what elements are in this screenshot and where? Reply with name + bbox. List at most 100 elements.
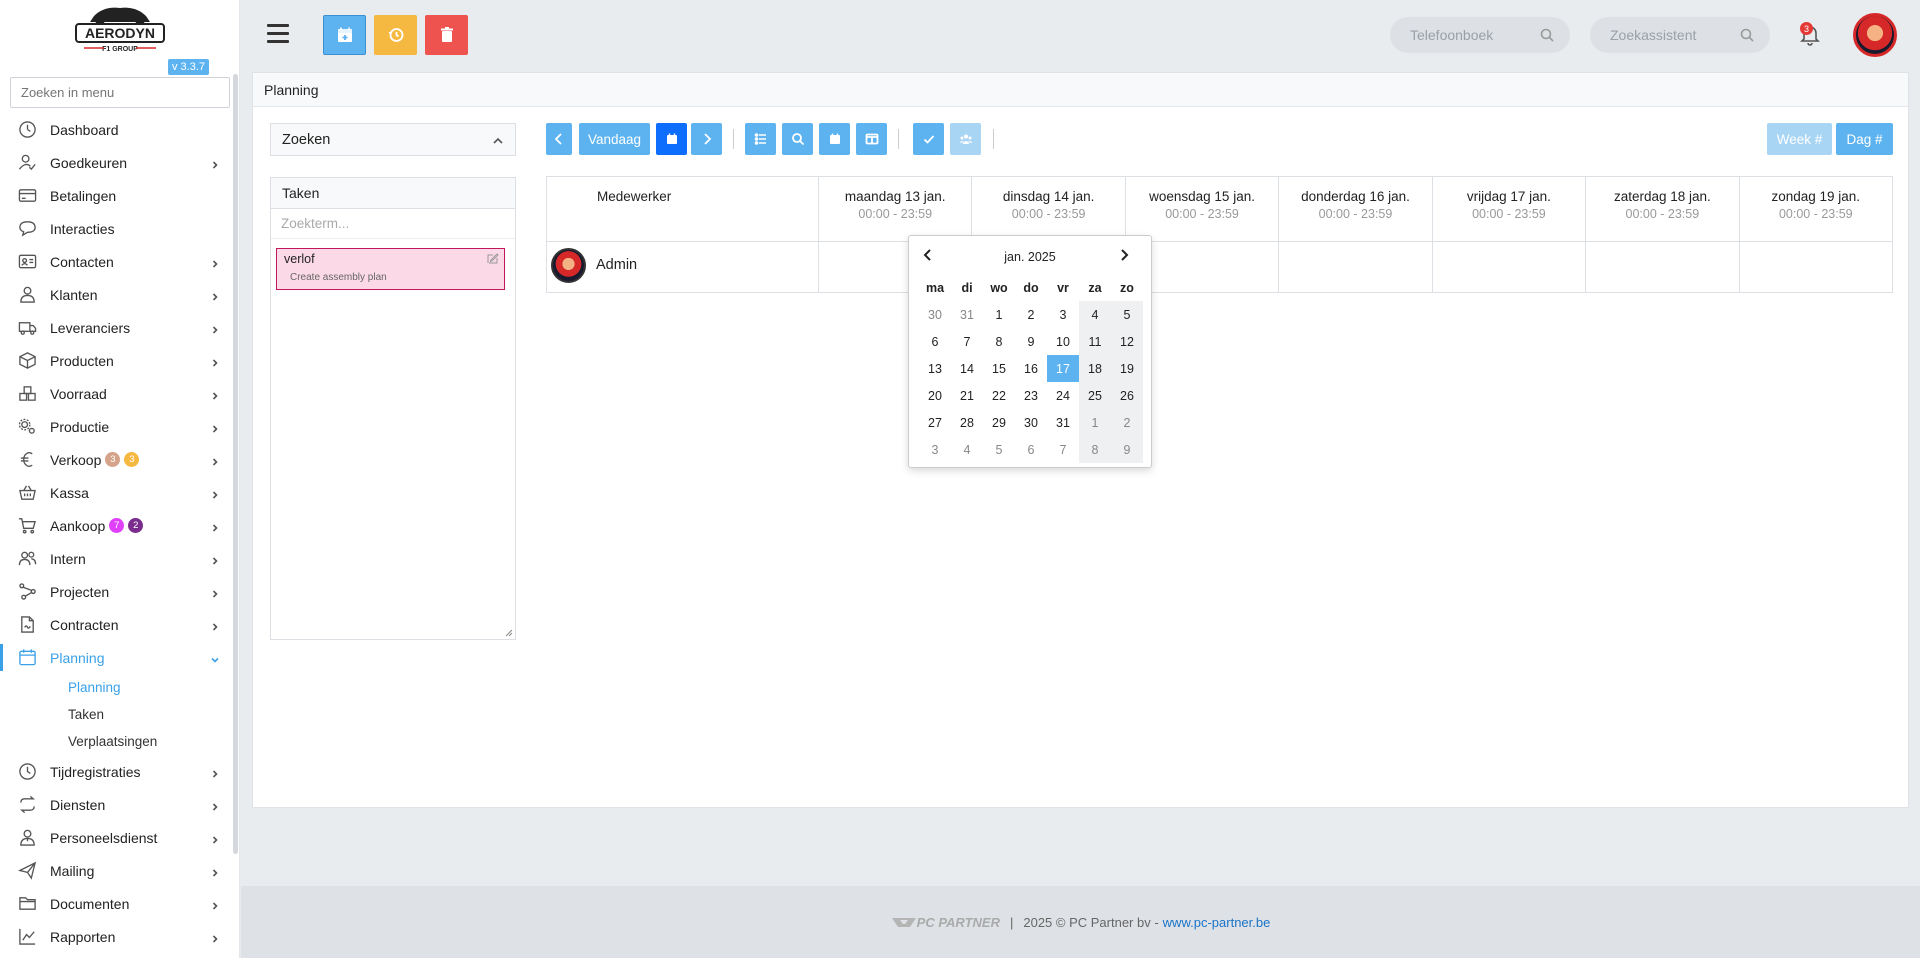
datepicker-day[interactable]: 6 [919, 328, 951, 355]
datepicker-next-icon[interactable] [1117, 248, 1131, 262]
edit-icon[interactable] [486, 252, 499, 265]
sidebar-item-contracten[interactable]: Contracten [0, 608, 232, 641]
list-view-button[interactable] [745, 123, 776, 155]
sidebar-item-personeelsdienst[interactable]: Personeelsdienst [0, 821, 232, 854]
search-button[interactable] [782, 123, 813, 155]
datepicker-day[interactable]: 5 [1111, 301, 1143, 328]
menu-search-input[interactable] [10, 77, 230, 108]
sidebar-item-leveranciers[interactable]: Leveranciers [0, 311, 232, 344]
sidebar-scrollbar[interactable] [233, 74, 238, 854]
sidebar-item-diensten[interactable]: Diensten [0, 788, 232, 821]
columns-view-button[interactable] [856, 123, 887, 155]
sidebar-subitem-planning[interactable]: Planning [0, 674, 232, 701]
datepicker-day[interactable]: 26 [1111, 382, 1143, 409]
sidebar-subitem-verplaatsingen[interactable]: Verplaatsingen [0, 728, 232, 755]
sidebar-item-intern[interactable]: Intern [0, 542, 232, 575]
tasks-search-input[interactable]: Zoekterm... [271, 209, 515, 239]
add-planning-button[interactable] [323, 15, 366, 55]
sidebar-item-goedkeuren[interactable]: Goedkeuren [0, 146, 232, 179]
datepicker-day[interactable]: 31 [1047, 409, 1079, 436]
sidebar-item-planning[interactable]: Planning [0, 641, 232, 674]
sidebar-item-interacties[interactable]: Interacties [0, 212, 232, 245]
assistant-search[interactable]: Zoekassistent [1590, 17, 1770, 53]
datepicker-day[interactable]: 27 [919, 409, 951, 436]
sidebar-item-productie[interactable]: Productie [0, 410, 232, 443]
employee-name[interactable]: Admin [596, 257, 637, 273]
datepicker-day[interactable]: 28 [951, 409, 983, 436]
datepicker-day[interactable]: 14 [951, 355, 983, 382]
datepicker-day[interactable]: 12 [1111, 328, 1143, 355]
datepicker-day[interactable]: 8 [983, 328, 1015, 355]
datepicker-day[interactable]: 1 [1079, 409, 1111, 436]
logo[interactable]: AERODYN F1 GROUP v 3.3.7 [0, 0, 239, 75]
confirm-button[interactable] [913, 123, 944, 155]
calendar-view-button[interactable] [819, 123, 850, 155]
history-button[interactable] [374, 15, 417, 55]
sidebar-item-aankoop[interactable]: Aankoop 7 2 [0, 509, 232, 542]
hamburger-menu-icon[interactable] [267, 24, 289, 44]
phonebook-search[interactable]: Telefoonboek [1390, 17, 1570, 53]
datepicker-day-selected[interactable]: 17 [1047, 355, 1079, 382]
datepicker-day[interactable]: 8 [1079, 436, 1111, 463]
sidebar-subitem-taken[interactable]: Taken [0, 701, 232, 728]
datepicker-day[interactable]: 2 [1015, 301, 1047, 328]
datepicker-day[interactable]: 7 [1047, 436, 1079, 463]
datepicker-month[interactable]: jan. 2025 [909, 250, 1151, 264]
sidebar-item-dashboard[interactable]: Dashboard [0, 113, 232, 146]
day-column[interactable]: zaterdag 18 jan. 00:00 - 23:59 [1585, 177, 1739, 292]
user-avatar[interactable] [1853, 13, 1897, 57]
datepicker-day[interactable]: 16 [1015, 355, 1047, 382]
datepicker-day[interactable]: 30 [1015, 409, 1047, 436]
datepicker-day[interactable]: 11 [1079, 328, 1111, 355]
sidebar-item-voorraad[interactable]: Voorraad [0, 377, 232, 410]
sidebar-item-kassa[interactable]: Kassa [0, 476, 232, 509]
datepicker-day[interactable]: 29 [983, 409, 1015, 436]
datepicker-day[interactable]: 3 [1047, 301, 1079, 328]
sidebar-item-projecten[interactable]: Projecten [0, 575, 232, 608]
datepicker-day[interactable]: 4 [1079, 301, 1111, 328]
delete-button[interactable] [425, 15, 468, 55]
datepicker-day[interactable]: 6 [1015, 436, 1047, 463]
search-panel-toggle[interactable]: Zoeken [270, 123, 516, 156]
task-item[interactable]: verlof Create assembly plan [276, 248, 505, 290]
next-button[interactable] [691, 123, 722, 155]
datepicker-day[interactable]: 5 [983, 436, 1015, 463]
footer-link[interactable]: www.pc-partner.be [1163, 915, 1271, 930]
datepicker-day[interactable]: 4 [951, 436, 983, 463]
week-number-button[interactable]: Week # [1767, 123, 1832, 155]
sidebar-item-documenten[interactable]: Documenten [0, 887, 232, 920]
datepicker-day[interactable]: 31 [951, 301, 983, 328]
sidebar-item-klanten[interactable]: Klanten [0, 278, 232, 311]
previous-button[interactable] [546, 123, 572, 155]
datepicker-day[interactable]: 20 [919, 382, 951, 409]
datepicker-day[interactable]: 18 [1079, 355, 1111, 382]
datepicker-day[interactable]: 30 [919, 301, 951, 328]
datepicker-day[interactable]: 21 [951, 382, 983, 409]
datepicker-day[interactable]: 10 [1047, 328, 1079, 355]
sidebar-item-producten[interactable]: Producten [0, 344, 232, 377]
datepicker-day[interactable]: 9 [1015, 328, 1047, 355]
datepicker-day[interactable]: 13 [919, 355, 951, 382]
day-column[interactable]: donderdag 16 jan. 00:00 - 23:59 [1278, 177, 1432, 292]
sidebar-item-rapporten[interactable]: Rapporten [0, 920, 232, 953]
resize-handle-icon[interactable] [505, 629, 513, 637]
sidebar-item-betalingen[interactable]: Betalingen [0, 179, 232, 212]
day-number-button[interactable]: Dag # [1836, 123, 1893, 155]
day-column[interactable]: zondag 19 jan. 00:00 - 23:59 [1738, 177, 1892, 292]
sidebar-item-tijdregistraties[interactable]: Tijdregistraties [0, 755, 232, 788]
datepicker-day[interactable]: 19 [1111, 355, 1143, 382]
datepicker-day[interactable]: 7 [951, 328, 983, 355]
datepicker-day[interactable]: 22 [983, 382, 1015, 409]
datepicker-day[interactable]: 3 [919, 436, 951, 463]
datepicker-day[interactable]: 25 [1079, 382, 1111, 409]
today-button[interactable]: Vandaag [579, 123, 650, 155]
datepicker-day[interactable]: 15 [983, 355, 1015, 382]
datepicker-day[interactable]: 9 [1111, 436, 1143, 463]
datepicker-day[interactable]: 1 [983, 301, 1015, 328]
sidebar-item-mailing[interactable]: Mailing [0, 854, 232, 887]
datepicker-day[interactable]: 2 [1111, 409, 1143, 436]
sidebar-item-verkoop[interactable]: Verkoop 3 3 [0, 443, 232, 476]
datepicker-day[interactable]: 24 [1047, 382, 1079, 409]
sidebar-item-contacten[interactable]: Contacten [0, 245, 232, 278]
datepicker-day[interactable]: 23 [1015, 382, 1047, 409]
